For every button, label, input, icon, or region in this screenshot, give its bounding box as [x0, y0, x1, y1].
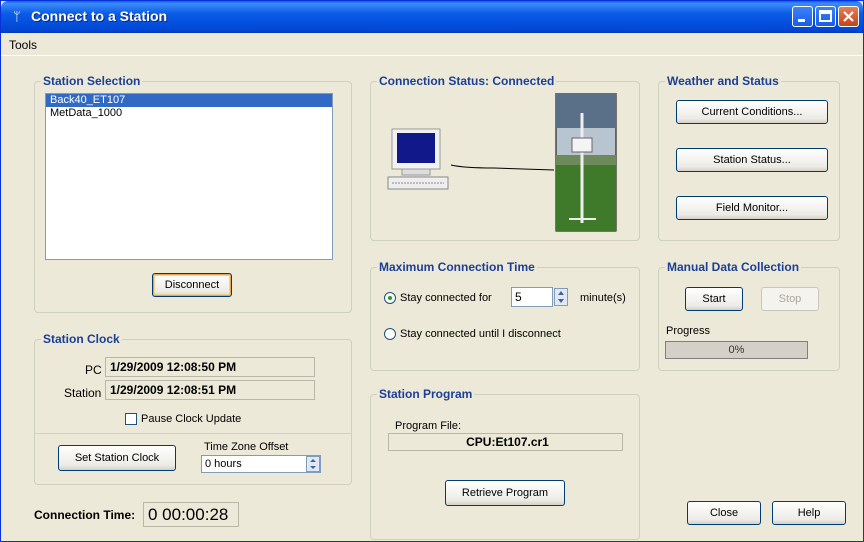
pause-clock-label: Pause Clock Update [141, 413, 242, 425]
clock-divider [34, 433, 352, 434]
program-file-field: CPU:Et107.cr1 [388, 433, 623, 451]
station-list-item[interactable]: MetData_1000 [46, 107, 332, 120]
connection-time-label: Connection Time: [34, 508, 136, 522]
connection-status-title: Connection Status: Connected [377, 74, 557, 88]
retrieve-program-button[interactable]: Retrieve Program [445, 480, 565, 506]
station-status-button[interactable]: Station Status... [676, 148, 828, 172]
maximize-icon [819, 10, 832, 22]
help-button[interactable]: Help [772, 501, 846, 525]
spinner-arrows-icon [310, 459, 316, 469]
station-program-group: Station Program [370, 387, 640, 540]
stay-until-label: Stay connected until I disconnect [400, 328, 561, 340]
menu-tools[interactable]: Tools [9, 38, 37, 52]
close-icon [843, 11, 854, 22]
window-title: Connect to a Station [31, 8, 168, 24]
antenna-icon: ᛘ [13, 9, 21, 24]
stay-for-label: Stay connected for [400, 292, 492, 304]
station-time-field: 1/29/2009 12:08:51 PM [105, 380, 315, 400]
timezone-spinner[interactable] [306, 456, 320, 472]
station-program-title: Station Program [377, 387, 475, 401]
field-monitor-button[interactable]: Field Monitor... [676, 196, 828, 220]
station-time-label: Station [64, 386, 102, 400]
max-connection-group: Maximum Connection Time [370, 260, 640, 371]
menu-bar: Tools [1, 33, 863, 56]
weather-status-title: Weather and Status [665, 74, 781, 88]
program-file-label: Program File: [395, 420, 462, 432]
set-station-clock-button[interactable]: Set Station Clock [58, 445, 176, 471]
spinner-arrows-icon [558, 291, 564, 303]
connect-window: ᛘ Connect to a Station Tools Station Sel… [0, 0, 864, 542]
station-clock-title: Station Clock [41, 332, 122, 346]
stay-until-radio[interactable] [384, 328, 396, 340]
progress-bar: 0% [665, 341, 808, 359]
title-bar[interactable]: ᛘ Connect to a Station [1, 1, 863, 33]
station-selection-title: Station Selection [41, 74, 143, 88]
minutes-spinner[interactable] [554, 288, 568, 306]
connection-diagram [387, 93, 617, 232]
close-window-button[interactable] [838, 6, 859, 27]
computer-icon [387, 128, 449, 190]
pc-time-field: 1/29/2009 12:08:50 PM [105, 357, 315, 377]
timezone-label: Time Zone Offset [204, 441, 289, 453]
close-button[interactable]: Close [687, 501, 761, 525]
disconnect-button[interactable]: Disconnect [152, 273, 232, 297]
progress-label: Progress [666, 325, 711, 337]
station-list-item[interactable]: Back40_ET107 [46, 94, 332, 107]
weather-station-image [555, 93, 617, 232]
start-button[interactable]: Start [685, 287, 743, 311]
minutes-input[interactable]: 5 [511, 287, 553, 307]
current-conditions-button[interactable]: Current Conditions... [676, 100, 828, 124]
connection-time-field: 0 00:00:28 [143, 502, 239, 527]
stay-for-radio[interactable] [384, 292, 396, 304]
minimize-icon [798, 19, 805, 22]
minimize-button[interactable] [792, 6, 813, 27]
manual-collection-title: Manual Data Collection [665, 260, 802, 274]
pause-clock-checkbox[interactable] [125, 413, 137, 425]
minutes-unit-label: minute(s) [580, 292, 626, 304]
pc-label: PC [85, 363, 102, 377]
max-connection-title: Maximum Connection Time [377, 260, 537, 274]
timezone-select[interactable]: 0 hours [201, 455, 321, 473]
station-list[interactable]: Back40_ET107 MetData_1000 [45, 93, 333, 260]
stop-button[interactable]: Stop [761, 287, 819, 311]
maximize-button[interactable] [815, 6, 836, 27]
